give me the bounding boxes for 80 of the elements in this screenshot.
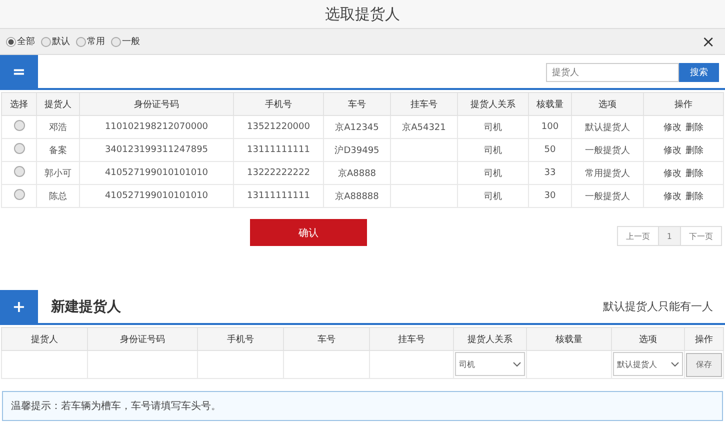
action-link[interactable]: 删除 bbox=[686, 168, 704, 178]
row-radio[interactable] bbox=[14, 189, 24, 200]
chevron-down-icon bbox=[513, 362, 521, 367]
column-header: 选项 bbox=[572, 92, 644, 116]
table-cell: 410527199010101010 bbox=[80, 162, 234, 184]
table-cell: 410527199010101010 bbox=[80, 184, 234, 208]
search-field[interactable]: 提货人 bbox=[546, 63, 679, 82]
table-cell: 一般提货人 bbox=[572, 138, 644, 162]
action-link[interactable]: 修改 bbox=[664, 168, 682, 178]
table-cell: 沪D39495 bbox=[324, 138, 390, 162]
column-header: 手机号 bbox=[198, 328, 284, 350]
table-cell: 京A12345 bbox=[324, 116, 390, 138]
section-title: 新建提货人 bbox=[51, 298, 121, 316]
table-cell: 33 bbox=[528, 162, 572, 184]
table-cell: 340123199311247895 bbox=[80, 138, 234, 162]
column-header: 身份证号码 bbox=[88, 328, 198, 350]
table-cell: 13521220000 bbox=[234, 116, 324, 138]
column-header: 选择 bbox=[2, 92, 36, 116]
search-button[interactable]: 搜索 bbox=[679, 63, 719, 82]
table-cell: 一般提货人 bbox=[572, 184, 644, 208]
save-button[interactable]: 保存 bbox=[686, 352, 722, 376]
column-header: 操作 bbox=[644, 92, 724, 116]
table-cell: 陈总 bbox=[36, 184, 80, 208]
action-link[interactable]: 修改 bbox=[664, 146, 682, 156]
filter-radio[interactable]: 默认 bbox=[41, 35, 70, 48]
table-cell: 13222222222 bbox=[234, 162, 324, 184]
filter-radio[interactable]: 一般 bbox=[111, 35, 140, 48]
column-header: 手机号 bbox=[234, 92, 324, 116]
action-link[interactable]: 修改 bbox=[664, 122, 682, 132]
filter-radio[interactable]: 常用 bbox=[76, 35, 105, 48]
table-cell: 110102198212070000 bbox=[80, 116, 234, 138]
column-header: 挂车号 bbox=[370, 328, 454, 350]
column-header: 提货人关系 bbox=[454, 328, 526, 350]
table-cell: 13111111111 bbox=[234, 138, 324, 162]
row-radio[interactable] bbox=[14, 143, 24, 154]
table-cell: 备案 bbox=[36, 138, 80, 162]
column-header: 提货人 bbox=[2, 328, 88, 350]
action-link[interactable]: 修改 bbox=[664, 192, 682, 202]
column-header: 车号 bbox=[284, 328, 370, 350]
table-cell: 司机 bbox=[458, 138, 528, 162]
filter-radio[interactable]: 全部 bbox=[6, 35, 35, 48]
column-header: 身份证号码 bbox=[80, 92, 234, 116]
column-header: 核载量 bbox=[528, 92, 572, 116]
table-cell: 默认提货人 bbox=[572, 116, 644, 138]
select-field[interactable]: 默认提货人 bbox=[613, 352, 683, 376]
column-header: 提货人 bbox=[36, 92, 80, 116]
menu-button[interactable]: = bbox=[0, 55, 38, 88]
column-header: 选项 bbox=[612, 328, 684, 350]
table-cell: 郭小可 bbox=[36, 162, 80, 184]
table-cell: 司机 bbox=[458, 162, 528, 184]
tip-text: 温馨提示：若车辆为槽车，车号请填写车头号。 bbox=[2, 390, 723, 420]
row-radio[interactable] bbox=[14, 166, 24, 177]
confirm-button[interactable]: 确认 bbox=[250, 219, 367, 246]
window-title: 选取提货人 bbox=[325, 4, 400, 24]
page-button[interactable]: 1 bbox=[658, 227, 680, 245]
column-header: 挂车号 bbox=[390, 92, 458, 116]
table-cell: 常用提货人 bbox=[572, 162, 644, 184]
note-text: 默认提货人只能有一人 bbox=[603, 299, 713, 314]
column-header: 车号 bbox=[324, 92, 390, 116]
table-cell: 司机 bbox=[458, 116, 528, 138]
action-link[interactable]: 删除 bbox=[686, 192, 704, 202]
action-link[interactable]: 删除 bbox=[686, 146, 704, 156]
add-button[interactable]: + bbox=[0, 290, 38, 323]
select-field[interactable]: 司机 bbox=[455, 352, 525, 376]
close-icon[interactable]: × bbox=[702, 32, 719, 51]
table-cell: 100 bbox=[528, 116, 572, 138]
column-header: 核载量 bbox=[526, 328, 612, 350]
table-cell: 邓浩 bbox=[36, 116, 80, 138]
table-cell: 司机 bbox=[458, 184, 528, 208]
column-header: 提货人关系 bbox=[458, 92, 528, 116]
table-cell: 京A88888 bbox=[324, 184, 390, 208]
chevron-down-icon bbox=[671, 362, 679, 367]
row-radio[interactable] bbox=[14, 120, 24, 131]
table-cell: 13111111111 bbox=[234, 184, 324, 208]
table-cell: 京A54321 bbox=[390, 116, 458, 138]
table-cell: 30 bbox=[528, 184, 572, 208]
table-cell: 京A8888 bbox=[324, 162, 390, 184]
table-cell: 50 bbox=[528, 138, 572, 162]
column-header: 操作 bbox=[684, 328, 724, 350]
action-link[interactable]: 删除 bbox=[686, 122, 704, 132]
